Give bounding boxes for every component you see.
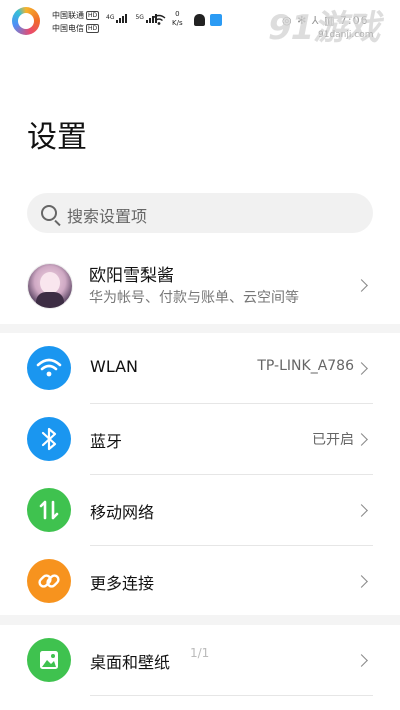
divider (90, 695, 373, 696)
watermark-url: 91danji.com (318, 30, 374, 40)
settings-item-label: 更多连接 (90, 574, 155, 593)
settings-item-wallpaper[interactable]: 桌面和壁纸 (0, 625, 400, 696)
settings-item-label: WLAN (90, 357, 139, 376)
hd-badge: HD (86, 11, 100, 20)
notification-icon (194, 14, 205, 26)
account-subtitle: 华为帐号、付款与账单、云空间等 (89, 290, 299, 306)
signal-indicators: 4G 5G (106, 14, 157, 23)
chevron-right-icon (355, 433, 368, 446)
bluetooth-icon (27, 417, 71, 461)
wallpaper-icon (27, 638, 71, 682)
settings-item-label: 蓝牙 (90, 432, 123, 451)
settings-item-label: 移动网络 (90, 503, 155, 522)
display-settings-group: 桌面和壁纸 (0, 625, 400, 710)
chevron-right-icon (355, 504, 368, 517)
settings-item-value: TP-LINK_A786 (257, 358, 354, 374)
settings-item-label: 桌面和壁纸 (90, 653, 171, 672)
chevron-right-icon (355, 654, 368, 667)
mobile-data-icon (27, 488, 71, 532)
chevron-right-icon (355, 279, 368, 292)
connectivity-settings-group: WLAN TP-LINK_A786 蓝牙 已开启 移动网络 更多连接 (0, 333, 400, 615)
settings-item-more-connections[interactable]: 更多连接 (0, 546, 400, 617)
carrier-2: 中国电信 (52, 24, 84, 33)
settings-item-bluetooth[interactable]: 蓝牙 已开启 (0, 404, 400, 475)
network-speed: 0 K/s (172, 10, 183, 27)
page-title: 设置 (27, 120, 87, 155)
settings-item-wlan[interactable]: WLAN TP-LINK_A786 (0, 333, 400, 404)
carrier-1: 中国联通 (52, 11, 84, 20)
chevron-right-icon (355, 362, 368, 375)
avatar (27, 263, 73, 309)
wifi-status-icon (152, 14, 166, 25)
settings-item-value: 已开启 (312, 432, 354, 448)
account-row[interactable]: 欧阳雪梨酱 华为帐号、付款与账单、云空间等 (0, 249, 400, 321)
message-app-icon (210, 14, 222, 26)
search-input[interactable]: 搜索设置项 (27, 193, 373, 233)
hd-badge: HD (86, 24, 100, 33)
page-indicator: 1/1 (190, 646, 210, 660)
app-logo-icon (12, 7, 40, 35)
settings-screen: 中国联通 HD 中国电信 HD 4G 5G 0 K/s ◎ ✻ ⅄ ▥ 7:06 9… (0, 0, 400, 710)
settings-item-mobile-network[interactable]: 移动网络 (0, 475, 400, 546)
status-bar: 中国联通 HD 中国电信 HD 4G 5G 0 K/s ◎ ✻ ⅄ ▥ 7:06 9… (0, 0, 400, 48)
account-name: 欧阳雪梨酱 (89, 266, 174, 286)
chevron-right-icon (355, 575, 368, 588)
watermark-logo: 91游戏 (268, 8, 380, 48)
carrier-info: 中国联通 HD 中国电信 HD (52, 9, 100, 35)
wifi-icon (27, 346, 71, 390)
signal-icon: 4G (106, 14, 128, 23)
link-icon (27, 559, 71, 603)
search-icon (41, 205, 57, 221)
search-placeholder: 搜索设置项 (67, 207, 148, 226)
